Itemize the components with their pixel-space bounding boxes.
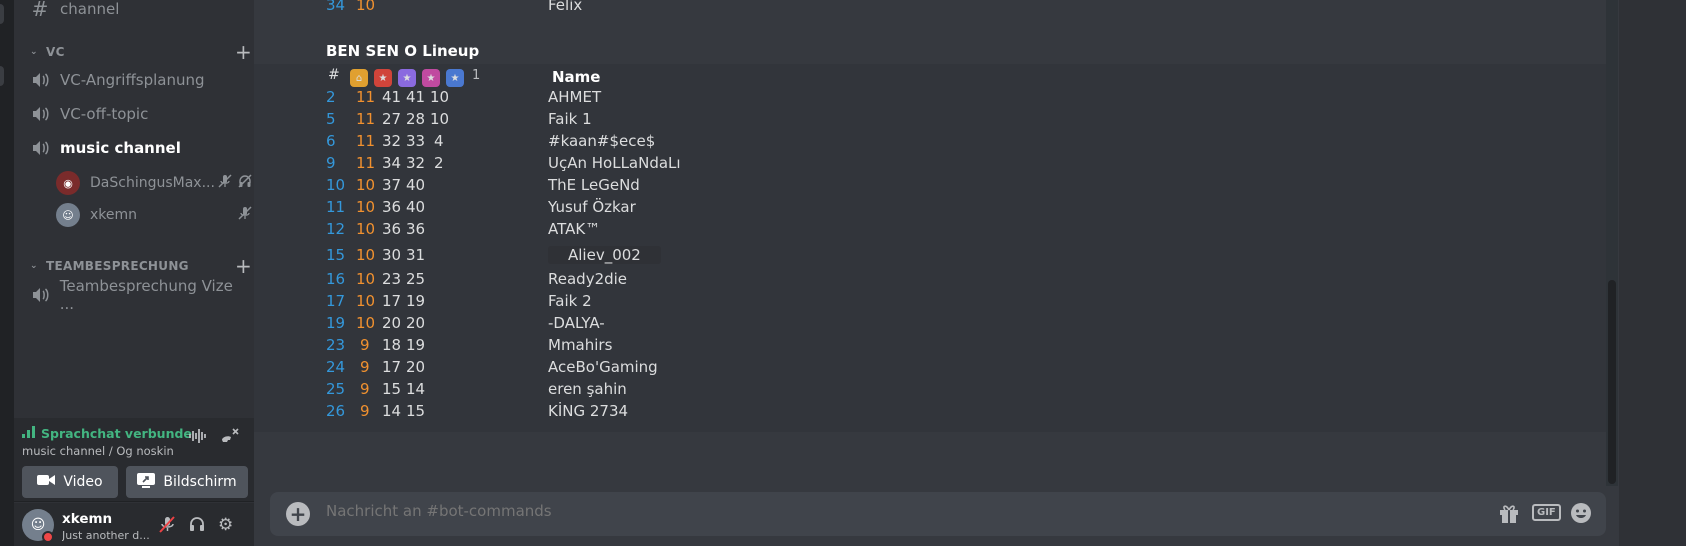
gear-icon[interactable]: ⚙ xyxy=(218,515,233,535)
noise-suppression-icon[interactable] xyxy=(188,428,208,448)
rank-badge-icon: ★ xyxy=(374,69,392,87)
avatar: ◉ xyxy=(56,171,80,195)
server-pill[interactable] xyxy=(0,4,4,24)
speaker-icon xyxy=(28,140,52,156)
add-channel-icon[interactable]: + xyxy=(235,40,252,64)
chevron-down-icon: ⌄ xyxy=(30,47,38,57)
username[interactable]: xkemn xyxy=(62,511,112,527)
message-highlight xyxy=(254,64,1606,432)
message-input[interactable] xyxy=(326,502,1426,520)
speaker-icon xyxy=(28,72,52,88)
channel-item-teambesprechung[interactable]: Teambesprechung Vize ... xyxy=(28,277,250,313)
message-composer[interactable]: + GIF xyxy=(270,492,1606,536)
server-pill[interactable] xyxy=(0,66,4,86)
emoji-icon[interactable] xyxy=(1570,502,1592,529)
user-panel: ☺ xkemn Just another d... ⚙ xyxy=(14,503,254,546)
channel-item-vc-off-topic[interactable]: VC-off-topic xyxy=(28,99,250,129)
gift-icon[interactable] xyxy=(1498,502,1520,529)
category-teambesprechung[interactable]: ⌄ TEAMBESPRECHUNG + xyxy=(30,254,252,278)
add-channel-icon[interactable]: + xyxy=(235,254,252,278)
mic-muted-icon[interactable] xyxy=(158,515,176,538)
channel-item[interactable]: # channel xyxy=(28,0,250,24)
rank-badge-icon: ★ xyxy=(398,69,416,87)
mic-muted-icon xyxy=(238,206,252,224)
voice-connection-panel: Sprachchat verbunden music channel / Og … xyxy=(14,418,254,502)
rank-badge-icon: ★ xyxy=(446,69,464,87)
channel-item-vc-angriffsplanung[interactable]: VC-Angriffsplanung xyxy=(28,65,250,95)
dnd-status-icon xyxy=(42,531,54,543)
channel-item-music-channel[interactable]: music channel xyxy=(28,133,250,163)
voice-user[interactable]: ☺ xkemn xyxy=(56,202,252,228)
voice-channel-path[interactable]: music channel / Og noskin xyxy=(22,444,174,458)
chat-area: 34 10 Felix BEN SEN O Lineup # ⌂ ★ ★ ★ ★… xyxy=(254,0,1619,546)
discord-window: # channel ⌄ VC + VC-Angriffsplanung VC-o… xyxy=(0,0,1686,546)
screen-share-button[interactable]: Bildschirm xyxy=(126,466,248,498)
voice-status[interactable]: Sprachchat verbunden xyxy=(22,426,192,441)
screen-share-icon xyxy=(137,472,156,492)
discord-logo-icon: ☺ xyxy=(56,203,80,227)
headphones-icon[interactable] xyxy=(188,515,206,538)
scrollbar-thumb[interactable] xyxy=(1608,280,1616,484)
hash-icon: # xyxy=(31,0,49,21)
signal-icon xyxy=(22,426,36,441)
house-emoji-icon: ⌂ xyxy=(350,69,368,87)
category-vc[interactable]: ⌄ VC + xyxy=(30,40,252,64)
lineup-title: BEN SEN O Lineup xyxy=(326,42,480,60)
server-list xyxy=(0,0,14,546)
voice-user[interactable]: ◉ DaSchingusMax... xyxy=(56,170,252,196)
upload-plus-icon[interactable]: + xyxy=(286,502,310,526)
deafened-icon xyxy=(238,174,252,192)
video-button[interactable]: Video xyxy=(22,466,118,498)
rank-badge-icon: ★ xyxy=(422,69,440,87)
gif-button[interactable]: GIF xyxy=(1532,504,1561,521)
chevron-down-icon: ⌄ xyxy=(30,261,38,271)
member-panel-edge xyxy=(1619,0,1686,546)
message-list: 34 10 Felix BEN SEN O Lineup # ⌂ ★ ★ ★ ★… xyxy=(254,0,1606,480)
mic-muted-icon xyxy=(218,174,232,192)
custom-status: Just another d... xyxy=(62,529,150,542)
speaker-icon xyxy=(28,287,52,303)
disconnect-icon[interactable] xyxy=(220,428,240,450)
camera-icon xyxy=(37,473,56,491)
speaker-icon xyxy=(28,106,52,122)
